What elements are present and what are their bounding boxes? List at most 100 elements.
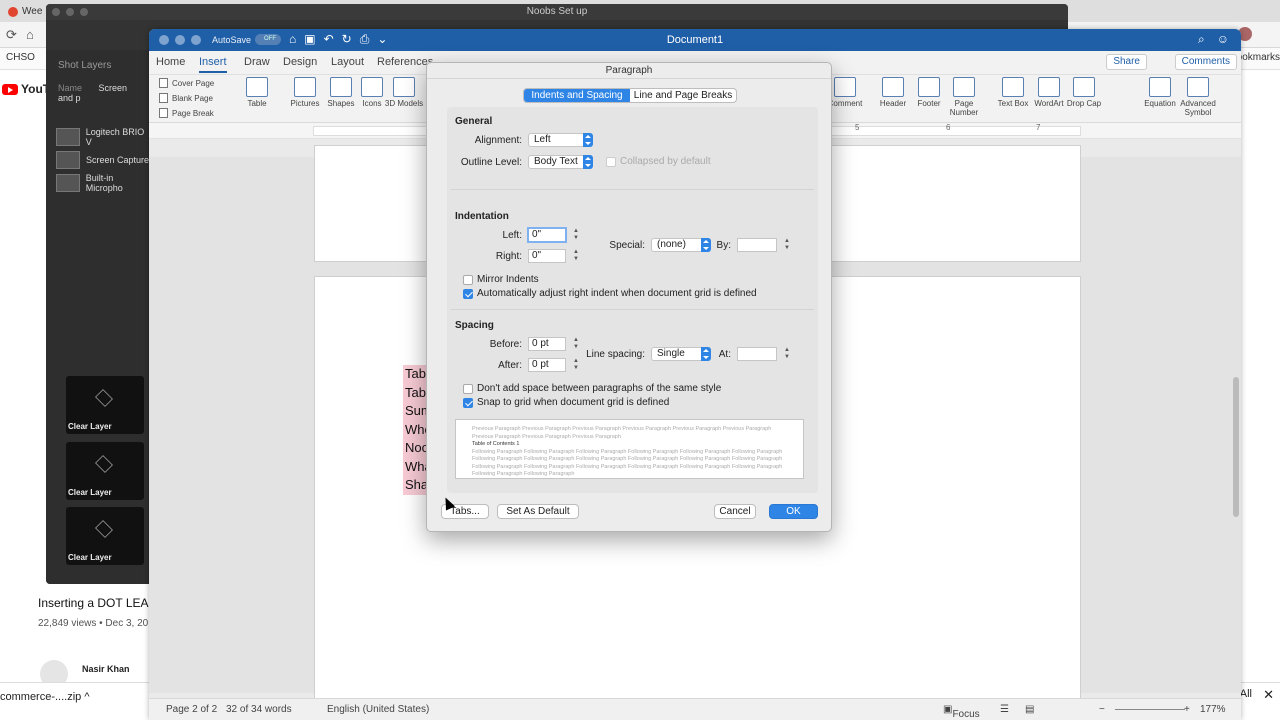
checkbox-icon <box>463 383 473 394</box>
tab-design[interactable]: Design <box>283 56 317 68</box>
search-icon[interactable]: ⌕ <box>1198 32 1205 47</box>
before-stepper[interactable]: ▲ ▼ <box>572 337 580 351</box>
layer-card[interactable]: Clear Layer <box>66 376 144 434</box>
tab-line-page-breaks[interactable]: Line and Page Breaks <box>630 89 736 102</box>
word-titlebar: AutoSave OFF ⌂ ▣ ↶ ↻ ⎙ ⌄ Document1 ⌕ ☺ <box>149 29 1241 51</box>
special-select[interactable]: (none) <box>651 238 711 252</box>
no-space-checkbox[interactable]: Don't add space between paragraphs of th… <box>463 383 721 394</box>
tab-indents-spacing[interactable]: Indents and Spacing <box>524 89 630 102</box>
page-icon <box>159 108 168 118</box>
focus-button[interactable]: ▣ Focus <box>943 704 980 720</box>
cancel-button[interactable]: Cancel <box>714 504 756 519</box>
outline-level-select[interactable]: Body Text <box>528 155 593 169</box>
left-indent-input[interactable]: 0" <box>527 227 567 243</box>
zoom-slider[interactable] <box>1115 709 1185 710</box>
page-break-button[interactable]: Page Break <box>159 108 214 118</box>
icons-icon <box>361 77 383 97</box>
snap-to-grid-checkbox[interactable]: Snap to grid when document grid is defin… <box>463 397 669 408</box>
zoom-in-icon[interactable]: + <box>1184 704 1190 715</box>
browser-tab[interactable]: Wee <box>8 3 42 20</box>
checkbox-icon <box>606 156 616 167</box>
page-count[interactable]: Page 2 of 2 <box>166 704 217 715</box>
before-input[interactable]: 0 pt <box>528 337 566 351</box>
reload-icon[interactable]: ⟳ <box>6 27 17 43</box>
alignment-select[interactable]: Left <box>528 133 593 147</box>
zoom-level[interactable]: 177% <box>1200 704 1226 715</box>
right-indent-input[interactable]: 0" <box>528 249 566 263</box>
comments-button[interactable]: Comments <box>1174 54 1237 70</box>
header-icon <box>882 77 904 97</box>
by-label: By: <box>716 240 731 251</box>
tab-home[interactable]: Home <box>156 56 185 68</box>
tab-references[interactable]: References <box>377 56 433 68</box>
omega-icon <box>1187 77 1209 97</box>
chevron-updown-icon <box>701 238 711 252</box>
auto-adjust-checkbox[interactable]: Automatically adjust right indent when d… <box>463 288 757 299</box>
after-stepper[interactable]: ▲ ▼ <box>572 358 580 372</box>
bookmarks-overflow[interactable]: ookmarks <box>1237 52 1280 63</box>
print-layout-icon[interactable]: ☰ <box>1000 704 1009 715</box>
at-stepper[interactable]: ▲ ▼ <box>783 347 791 361</box>
pi-icon <box>1149 77 1171 97</box>
table-button[interactable]: Table <box>235 77 279 108</box>
source-item[interactable]: Built-in Micropho <box>56 172 152 194</box>
close-icon[interactable]: ✕ <box>1263 687 1274 703</box>
home-icon[interactable]: ⌂ <box>26 27 34 42</box>
tab-draw[interactable]: Draw <box>244 56 270 68</box>
smiley-icon[interactable]: ☺ <box>1217 32 1229 47</box>
close-dot[interactable] <box>52 8 60 16</box>
source-item[interactable]: Logitech BRIO V <box>56 126 152 148</box>
document-title: Document1 <box>666 34 724 46</box>
zoom-dot[interactable] <box>80 8 88 16</box>
by-stepper[interactable]: ▲ ▼ <box>783 238 791 252</box>
layers-icon <box>95 520 113 538</box>
source-item[interactable]: Screen Capture <box>56 149 152 171</box>
mirror-indents-checkbox[interactable]: Mirror Indents <box>463 274 539 285</box>
layers-icon <box>95 389 113 407</box>
web-layout-icon[interactable]: ▤ <box>1025 704 1034 715</box>
left-indent-stepper[interactable]: ▲ ▼ <box>572 228 580 242</box>
right-indent-stepper[interactable]: ▲ ▼ <box>572 249 580 263</box>
set-as-default-button[interactable]: Set As Default <box>497 504 579 519</box>
obs-titlebar: Noobs Set up <box>46 4 1068 20</box>
camera-thumb <box>56 128 80 146</box>
ok-button[interactable]: OK <box>769 504 818 519</box>
indentation-heading: Indentation <box>455 211 509 222</box>
advanced-symbol-button[interactable]: Advanced Symbol <box>1176 77 1220 117</box>
microphone-icon <box>56 174 80 192</box>
at-input[interactable] <box>737 347 777 361</box>
show-all-downloads[interactable]: All <box>1240 688 1252 700</box>
drop-cap-button[interactable]: Drop Cap <box>1062 77 1106 108</box>
share-button[interactable]: Share <box>1106 54 1147 70</box>
word-count[interactable]: 32 of 34 words <box>226 704 292 715</box>
language[interactable]: English (United States) <box>327 704 429 715</box>
line-spacing-select[interactable]: Single <box>651 347 711 361</box>
channel-name[interactable]: Nasir Khan <box>82 664 130 674</box>
layers-icon <box>95 455 113 473</box>
minimize-dot[interactable] <box>66 8 74 16</box>
bookmark-chso[interactable]: CHSO <box>6 52 35 63</box>
zoom-out-icon[interactable]: − <box>1099 704 1105 715</box>
after-input[interactable]: 0 pt <box>528 358 566 372</box>
tab-layout[interactable]: Layout <box>331 56 364 68</box>
3d-models-button[interactable]: 3D Models <box>382 77 426 108</box>
special-label: Special: <box>609 240 645 251</box>
download-file[interactable]: commerce-....zip ^ <box>0 691 90 703</box>
paragraph-preview: Previous Paragraph Previous Paragraph Pr… <box>455 419 804 479</box>
page-number-button[interactable]: Page Number <box>942 77 986 117</box>
screen-thumb <box>56 151 80 169</box>
tab-insert[interactable]: Insert <box>199 56 227 73</box>
by-input[interactable] <box>737 238 777 252</box>
at-label: At: <box>718 349 731 360</box>
cover-page-button[interactable]: Cover Page <box>159 78 214 88</box>
layer-card[interactable]: Clear Layer <box>66 442 144 500</box>
layer-card[interactable]: Clear Layer <box>66 507 144 565</box>
vertical-scrollbar[interactable] <box>1233 377 1239 517</box>
blank-page-button[interactable]: Blank Page <box>159 93 213 103</box>
comment-icon <box>834 77 856 97</box>
dialog-tabs: Indents and Spacing Line and Page Breaks <box>523 88 737 103</box>
page-icon <box>159 78 168 88</box>
collapsed-checkbox[interactable]: Collapsed by default <box>606 156 711 167</box>
dialog-title: Paragraph <box>427 63 831 79</box>
table-icon <box>246 77 268 97</box>
